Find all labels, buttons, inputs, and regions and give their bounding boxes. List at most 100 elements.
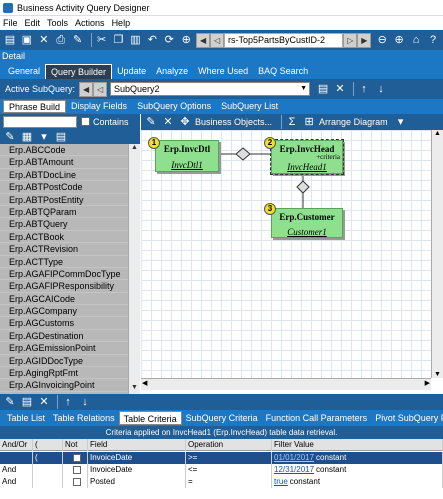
help-icon[interactable]: ? [426,33,440,47]
new-icon[interactable]: ▤ [3,33,17,47]
wrench-icon[interactable]: ✎ [144,115,158,129]
menu-actions[interactable]: Actions [75,18,105,28]
table-list-item[interactable]: Erp.ABCCode [0,144,128,157]
criteria-not[interactable] [63,476,88,488]
table-list-scrollbar[interactable]: ▲ ▼ [128,144,140,394]
add-criteria-icon[interactable]: ▤ [20,395,34,409]
delete-icon[interactable]: ✕ [37,395,51,409]
tab-table-list[interactable]: Table List [3,411,49,425]
tab-query-builder[interactable]: Query Builder [45,64,113,79]
criteria-row[interactable]: (InvoiceDate >= 01/01/2017 constant [0,452,443,464]
tab-where-used[interactable]: Where Used [193,64,253,79]
not-checkbox[interactable] [73,465,81,474]
first-record-button[interactable]: ◀ [196,32,211,48]
tab-phrase-build[interactable]: Phrase Build [3,100,67,113]
criteria-not[interactable] [63,464,88,476]
first-subquery-button[interactable]: ◀ [79,81,94,97]
back-icon[interactable]: ⊖ [375,33,389,47]
prev-subquery-button[interactable]: ◁ [93,81,108,97]
arrange-icon[interactable]: ⊞ [302,115,316,129]
home-icon[interactable]: ⌂ [409,33,423,47]
chevron-down-icon[interactable]: ▾ [37,130,51,144]
criteria-row[interactable]: And Posted = true constant [0,476,443,488]
business-objects-icon[interactable]: ✥ [178,115,192,129]
table-search-input[interactable] [3,115,77,128]
tab-table-relations[interactable]: Table Relations [49,411,119,425]
criteria-filter-value[interactable]: true constant [272,476,443,488]
scroll-up-icon[interactable]: ▲ [129,144,140,154]
tab-subquery-options[interactable]: SubQuery Options [132,100,216,113]
col-field-header[interactable]: Field [88,439,186,451]
tab-general[interactable]: General [3,64,45,79]
col-not-header[interactable]: Not [63,439,88,451]
table-list-item[interactable]: Erp.AGAFIPResponsibility [0,280,128,293]
menu-file[interactable]: File [3,18,18,28]
col-operation-header[interactable]: Operation [186,439,272,451]
filter-value-link[interactable]: true [274,477,288,486]
join-diamond-1-2[interactable] [235,147,251,161]
table-list-item[interactable]: Erp.AGCustoms [0,317,128,330]
table-list-item[interactable]: Erp.ACTRevision [0,243,128,256]
criteria-field[interactable]: InvoiceDate [88,464,186,476]
next-record-button[interactable]: ▷ [343,32,358,48]
table-list-item[interactable]: Erp.ABTDocLine [0,169,128,182]
scroll-down-icon[interactable]: ▼ [432,371,443,378]
criteria-paren[interactable] [33,464,63,476]
tab-pivot-subquery-for[interactable]: Pivot SubQuery FOR [371,411,443,425]
attach-icon[interactable]: ⊕ [179,33,193,47]
save-icon[interactable]: ▣ [20,33,34,47]
criteria-not[interactable] [63,452,88,464]
move-down-icon[interactable]: ↓ [78,395,92,409]
table-list-item[interactable]: Erp.ACTBook [0,231,128,244]
move-up-icon[interactable]: ↑ [357,82,371,96]
sum-icon[interactable]: Σ [285,115,299,129]
col-andor-header[interactable]: And/Or [0,439,33,451]
menu-edit[interactable]: Edit [25,18,41,28]
scroll-right-icon[interactable]: ▶ [425,379,430,387]
subquery-select[interactable]: SubQuery2 ▼ [110,82,311,96]
join-diamond-2-3[interactable] [296,180,310,194]
tab-baq-search[interactable]: BAQ Search [253,64,313,79]
forward-icon[interactable]: ⊕ [392,33,406,47]
table-list-item[interactable]: Erp.AgingRptFmt [0,367,128,380]
add-subquery-icon[interactable]: ▤ [316,82,330,96]
delete-icon[interactable]: ✕ [37,33,51,47]
wrench-icon[interactable]: ✎ [3,130,17,144]
criteria-paren[interactable] [33,476,63,488]
diagram-horizontal-scrollbar[interactable]: ◀ ▶ [141,378,431,390]
copy-icon[interactable]: ❐ [112,33,126,47]
table-list-item[interactable]: Erp.AGAFIPCommDocType [0,268,128,281]
criteria-filter-value[interactable]: 12/31/2017 constant [272,464,443,476]
diagram-vertical-scrollbar[interactable]: ▲ ▼ [431,130,443,378]
table-view-icon[interactable]: ▦ [20,130,34,144]
table-list-item[interactable]: Erp.AGCAICode [0,293,128,306]
filter-value-link[interactable]: 01/01/2017 [274,453,314,462]
tab-analyze[interactable]: Analyze [151,64,193,79]
table-node-customer[interactable]: Erp.Customer Customer1 [271,208,343,238]
tab-function-call-parameters[interactable]: Function Call Parameters [262,411,372,425]
cut-icon[interactable]: ✂ [95,33,109,47]
col-filter-value-header[interactable]: Filter Value [272,439,443,451]
table-list-item[interactable]: Erp.ABTQParam [0,206,128,219]
criteria-filter-value[interactable]: 01/01/2017 constant [272,452,443,464]
tab-display-fields[interactable]: Display Fields [66,100,132,113]
move-down-icon[interactable]: ↓ [374,82,388,96]
table-node-invcdtl[interactable]: Erp.InvcDtl InvcDtl1 [155,140,219,172]
record-navigator[interactable]: rs-Top5PartsByCustID-2 [224,32,344,48]
wrench-icon[interactable]: ✎ [3,395,17,409]
query-diagram-canvas[interactable]: Erp.InvcDtl InvcDtl1 1 Erp.InvcHead +cri… [141,130,431,378]
menu-tools[interactable]: Tools [47,18,68,28]
table-node-invchead[interactable]: Erp.InvcHead +criteria InvcHead1 [270,139,344,175]
filter-value-link[interactable]: 12/31/2017 [274,465,314,474]
prev-record-button[interactable]: ◁ [210,32,225,48]
criteria-andor[interactable]: And [0,464,33,476]
col-paren-header[interactable]: ( [33,439,63,451]
undo-icon[interactable]: ↶ [145,33,159,47]
refresh-icon[interactable]: ⟳ [162,33,176,47]
table-list-item[interactable]: Erp.ABTAmount [0,156,128,169]
table-list-item[interactable]: Erp.AGEmissionPoint [0,342,128,355]
criteria-andor[interactable]: And [0,476,33,488]
table-list-item[interactable]: Erp.ACTType [0,256,128,268]
clear-icon[interactable]: ✎ [71,33,85,47]
criteria-andor[interactable] [0,452,33,464]
